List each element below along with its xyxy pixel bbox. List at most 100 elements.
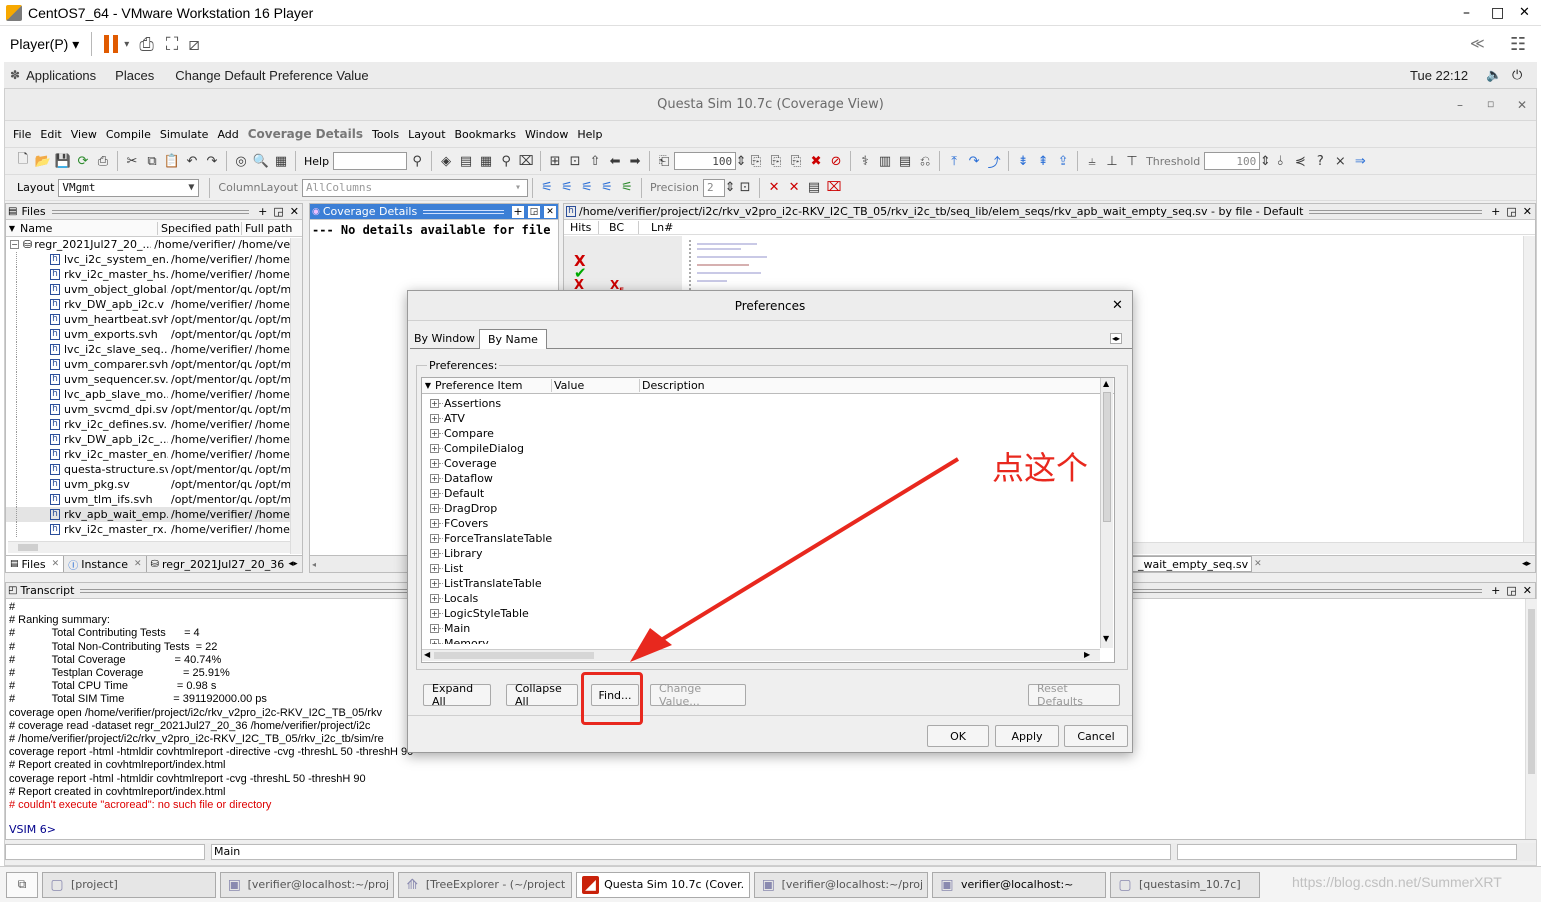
wave-icon[interactable]: ⊞ (545, 151, 565, 171)
clock[interactable]: Tue 22:12 (1410, 68, 1468, 83)
col-name[interactable]: Name (18, 221, 158, 235)
menu-edit[interactable]: Edit (36, 128, 66, 141)
pref-vscrollbar[interactable]: ▲ ▼ (1100, 378, 1113, 648)
col-ln[interactable]: Ln# (639, 221, 673, 234)
filter-icon[interactable]: ⚟ (557, 178, 577, 198)
filter-icon[interactable]: ⚟ (597, 178, 617, 198)
tab-scroll-icon[interactable]: ◂▸ (289, 559, 298, 569)
table-icon[interactable]: ▦ (476, 151, 496, 171)
expand-icon[interactable]: + (430, 429, 439, 438)
close-icon[interactable]: ✕ (134, 559, 142, 569)
file-row[interactable]: huvm_svcmd_dpi.sv.../opt/mentor/qu.../op… (6, 402, 302, 417)
menu-simulate[interactable]: Simulate (156, 128, 214, 141)
taskbar-item[interactable]: ◢ Questa Sim 10.7c (Cover... (576, 871, 750, 898)
taskbar-item[interactable]: ▣ verifier@localhost:~ (932, 871, 1106, 898)
pref-item-list[interactable]: + List (422, 561, 1114, 576)
file-row[interactable]: hrkv_apb_wait_emp.../home/verifier/.../h… (6, 507, 302, 522)
col-full-path[interactable]: Full path (242, 222, 292, 235)
help-search-input[interactable] (333, 152, 408, 170)
layout-select[interactable]: VMgmt ▼ (58, 178, 200, 197)
scroll-thumb[interactable] (1103, 392, 1111, 522)
layout-icon[interactable]: ▤ (456, 151, 476, 171)
collapse-toolbar-icon[interactable]: ≪ (1470, 36, 1485, 52)
expand-icon[interactable]: + (430, 399, 439, 408)
taskbar-item[interactable]: ▢ [questasim_10.7c] (1110, 871, 1260, 898)
pref-item-fcovers[interactable]: + FCovers (422, 516, 1114, 531)
filter-icon[interactable]: ⚟ (537, 178, 557, 198)
scroll-down-icon[interactable]: ▼ (1103, 634, 1109, 643)
step-over-icon[interactable]: ↷ (964, 151, 984, 171)
file-row[interactable]: huvm_heartbeat.svh/opt/mentor/qu.../opt/… (6, 312, 302, 327)
expand-icon[interactable]: + (430, 474, 439, 483)
add-icon[interactable]: + (258, 205, 267, 218)
save-icon[interactable]: 💾 (53, 151, 73, 171)
zoom-icon[interactable]: ⊡ (565, 151, 585, 171)
menu-compile[interactable]: Compile (102, 128, 156, 141)
tree-collapse-icon[interactable]: ⇞ (1033, 151, 1053, 171)
chevron-down-icon[interactable]: ▾ (124, 39, 129, 50)
expand-icon[interactable]: + (430, 504, 439, 513)
file-row[interactable]: huvm_sequencer.sv.../opt/mentor/qu.../op… (6, 372, 302, 387)
forward-icon[interactable]: ⇒ (1350, 151, 1370, 171)
scroll-thumb[interactable] (434, 652, 594, 659)
compile-icon[interactable]: ◎ (231, 151, 251, 171)
close-icon[interactable]: ✕ (544, 205, 556, 218)
cancel-button[interactable]: Cancel (1064, 725, 1128, 747)
column-layout-select[interactable]: AllColumns ▾ (301, 178, 528, 197)
clear-icon[interactable]: ⌧ (824, 178, 844, 198)
undock-icon[interactable]: ◲ (273, 205, 283, 218)
redo-icon[interactable]: ↷ (202, 151, 222, 171)
pause-icon[interactable] (104, 35, 119, 53)
taskbar-item[interactable]: ▢ [project] (42, 871, 216, 898)
tab-instance[interactable]: Ⓘ Instance ✕ (64, 556, 147, 572)
break-icon[interactable]: ✖ (806, 151, 826, 171)
exclude-icon[interactable]: ✕ (764, 178, 784, 198)
exclude-icon[interactable]: ⎌ (915, 151, 935, 171)
step-into-icon[interactable]: ⤒ (944, 151, 964, 171)
add-icon[interactable]: + (1491, 584, 1500, 597)
tab-source-file[interactable]: _wait_empty_seq.sv ✕ (1132, 556, 1262, 572)
new-icon[interactable]: 🗋 (13, 151, 33, 171)
unity-icon[interactable]: ⧄ (188, 34, 199, 55)
binoculars-icon[interactable]: ⚲ (407, 151, 427, 171)
pref-item-listtranslatetable[interactable]: + ListTranslateTable (422, 576, 1114, 591)
question-icon[interactable]: ? (1310, 151, 1330, 171)
show-desktop-button[interactable]: ⧉ (6, 871, 38, 898)
sim-icon[interactable]: ◈ (436, 151, 456, 171)
run-icon[interactable]: ⎘ (746, 151, 766, 171)
arrow-left-icon[interactable]: ⬅ (605, 151, 625, 171)
pref-item-locals[interactable]: + Locals (422, 591, 1114, 606)
scroll-right-icon[interactable]: ▶ (1084, 650, 1090, 659)
tab-scroll-icon[interactable]: ◂▸ (1110, 333, 1123, 344)
reset-defaults-button[interactable]: Reset Defaults (1028, 682, 1120, 708)
expand-icon[interactable]: + (430, 444, 439, 453)
menu-file[interactable]: File (9, 128, 36, 141)
pref-item-assertions[interactable]: + Assertions (422, 396, 1114, 411)
places-menu[interactable]: Places (115, 68, 154, 83)
pref-item-dragdrop[interactable]: + DragDrop (422, 501, 1114, 516)
tree-expand-icon[interactable]: ⇟ (1013, 151, 1033, 171)
file-row[interactable]: huvm_object_global.../opt/mentor/qu.../o… (6, 282, 302, 297)
menu-layout[interactable]: Layout (404, 128, 450, 141)
arrow-right-icon[interactable]: ➡ (625, 151, 645, 171)
files-hscrollbar[interactable] (8, 541, 290, 553)
applications-menu[interactable]: Applications (26, 68, 96, 83)
questa-close-button[interactable]: ✕ (1517, 98, 1527, 112)
taskbar-item[interactable]: ▣ [verifier@localhost:~/proj... (220, 871, 394, 898)
pref-item-memory[interactable]: + Memory (422, 636, 1114, 644)
grid-icon[interactable]: ▦ (271, 151, 291, 171)
col-specified-path[interactable]: Specified path (158, 221, 242, 235)
tab-files[interactable]: ▤ Files ✕ (6, 556, 65, 572)
volume-icon[interactable]: 🔈 (1486, 67, 1502, 83)
expand-icon[interactable]: + (430, 624, 439, 633)
close-button[interactable]: ✕ (1519, 5, 1530, 20)
file-row[interactable]: hrkv_DW_apb_i2c.v/home/verifier/.../home… (6, 297, 302, 312)
pref-hscrollbar[interactable]: ◀ ▶ (422, 649, 1100, 661)
file-row[interactable]: huvm_pkg.sv/opt/mentor/qu.../opt/ment (6, 477, 302, 492)
expand-icon[interactable]: + (430, 519, 439, 528)
file-row[interactable]: hrkv_i2c_master_rx.../home/verifier/.../… (6, 522, 302, 537)
chart-icon[interactable]: ▥ (875, 151, 895, 171)
expand-icon[interactable]: + (430, 564, 439, 573)
run-all-icon[interactable]: ⎘ (786, 151, 806, 171)
ok-button[interactable]: OK (927, 725, 989, 747)
